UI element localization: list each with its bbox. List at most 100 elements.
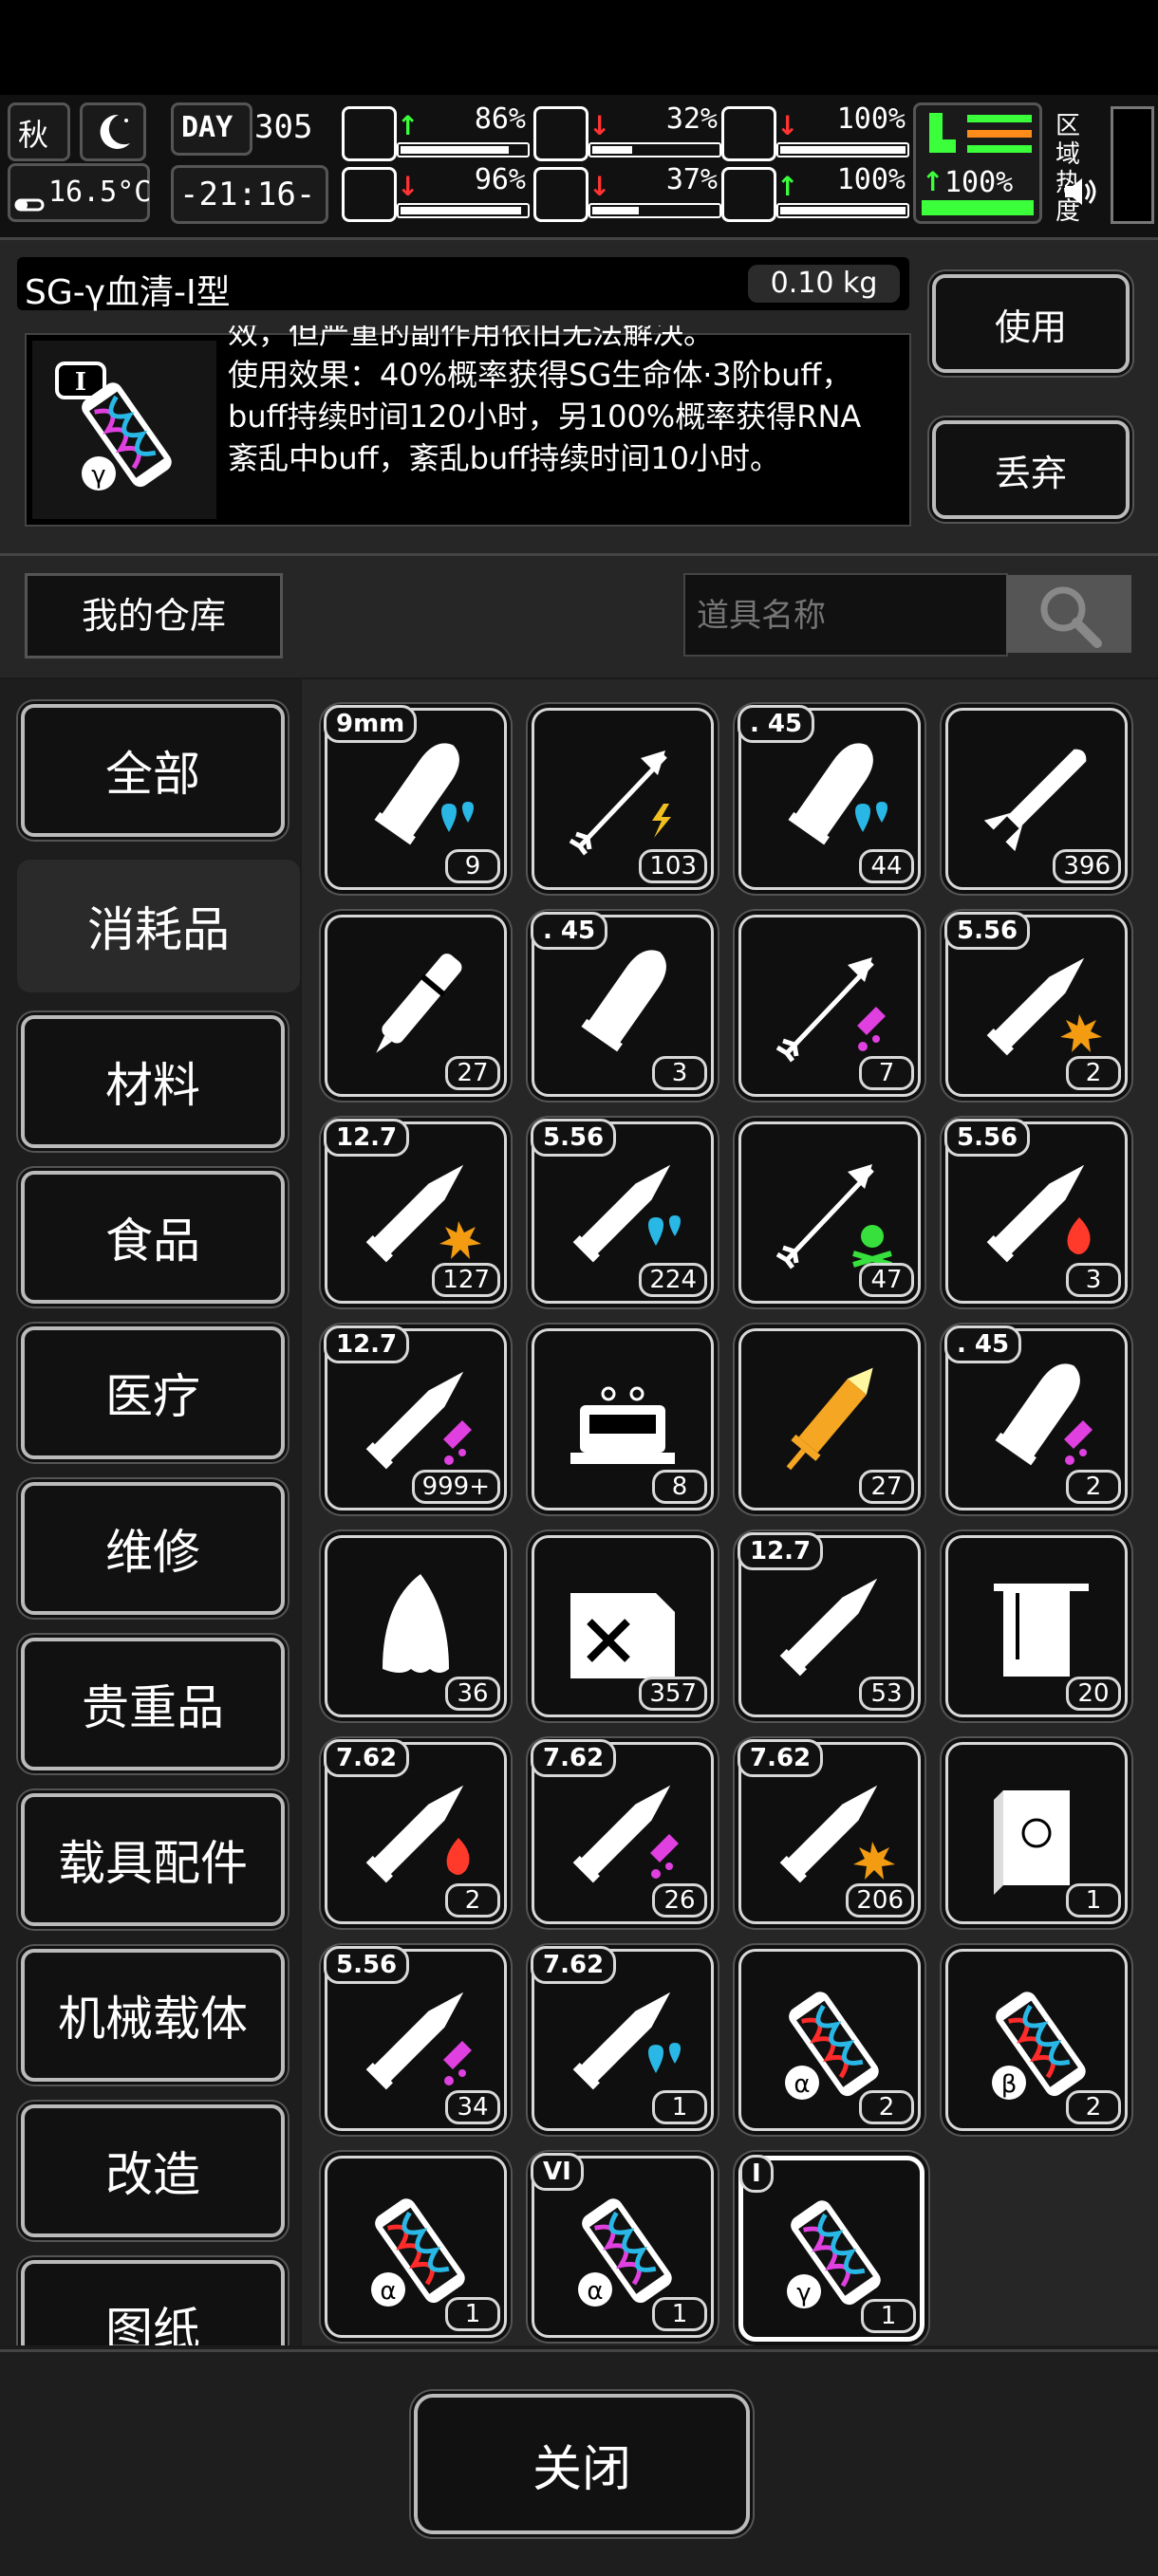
item-count: 3	[652, 1056, 707, 1090]
search-input-frame[interactable]	[683, 573, 1008, 657]
stat-health: ↑ 86%	[342, 102, 532, 163]
stat-bar-fill	[780, 207, 906, 214]
category-8[interactable]: 机械载体	[21, 1949, 285, 2082]
discard-button[interactable]: 丢弃	[932, 420, 1130, 519]
item-slot[interactable]: 12.7 999+	[324, 1325, 507, 1510]
category-5[interactable]: 维修	[21, 1482, 285, 1615]
item-count: 224	[639, 1263, 707, 1297]
search-button[interactable]	[1006, 575, 1131, 653]
stat-hunger: ↓ 32%	[533, 102, 723, 163]
item-slot[interactable]: . 45 2	[944, 1325, 1128, 1510]
item-slot[interactable]: 5.56 224	[531, 1119, 714, 1304]
item-slot[interactable]: β2	[945, 1949, 1128, 2131]
item-count: 27	[859, 1470, 914, 1504]
item-slot[interactable]: . 45 44	[738, 705, 921, 890]
item-slot[interactable]: 7.62 26	[531, 1739, 714, 1924]
search-input[interactable]	[685, 575, 1002, 657]
stat-arrow: ↓	[776, 110, 799, 141]
item-slot[interactable]: 47	[738, 1121, 921, 1304]
item-slot[interactable]: 8	[532, 1328, 714, 1510]
storage-header: 我的仓库	[0, 556, 1158, 677]
stat-arrow: ↑	[397, 110, 420, 141]
item-slot[interactable]: 27	[325, 915, 507, 1097]
svg-text:α: α	[380, 2277, 396, 2306]
item-count: 999+	[411, 1470, 500, 1504]
item-description: 效，但严重的副作用依旧无法解决。 使用效果：40%概率获得SG生命体·3阶buf…	[228, 325, 902, 521]
thermometer-icon	[14, 198, 45, 212]
item-slot[interactable]: 9mm 9	[324, 705, 507, 890]
item-count: 1	[445, 2297, 500, 2331]
category-3[interactable]: 食品	[21, 1171, 285, 1304]
item-slot[interactable]: 103	[532, 708, 714, 890]
item-weight: 0.10 kg	[748, 265, 900, 303]
item-slot[interactable]: 5.56 34	[324, 1946, 507, 2131]
category-9[interactable]: 改造	[21, 2104, 285, 2237]
storage-title: 我的仓库	[25, 573, 283, 658]
category-6[interactable]: 贵重品	[21, 1638, 285, 1770]
category-7[interactable]: 载具配件	[21, 1793, 285, 1926]
item-count: 357	[639, 1677, 707, 1711]
heart-icon	[721, 167, 776, 222]
item-slot[interactable]: 27	[738, 1328, 921, 1510]
stat-arrow: ↑	[776, 171, 799, 202]
item-slot[interactable]: α VI 1	[531, 2153, 714, 2338]
category-0[interactable]: 全部	[21, 704, 285, 837]
item-slot[interactable]: 5.56 3	[944, 1119, 1128, 1304]
boot-icon	[929, 113, 956, 153]
item-caliber-label: 9mm	[324, 705, 418, 743]
use-button[interactable]: 使用	[932, 274, 1130, 373]
item-slot[interactable]: α2	[738, 1949, 921, 2131]
stat-armor: ↓ 100%	[721, 102, 911, 163]
item-slot[interactable]: 396	[945, 708, 1128, 890]
item-caliber-label: 7.62	[324, 1739, 410, 1777]
day-label: DAY	[181, 111, 233, 144]
item-description-box: I γ 效，但严重的副作用依旧无法解决。 使用效果：40%概率获得SG生命体·3…	[25, 325, 911, 527]
item-slot[interactable]: 12.7 127	[324, 1119, 507, 1304]
item-count: 127	[432, 1263, 500, 1297]
item-slot[interactable]: 20	[945, 1535, 1128, 1717]
item-caliber-label: 12.7	[324, 1325, 410, 1363]
item-slot-selected[interactable]: γ I 1	[738, 2155, 925, 2342]
item-count: 47	[859, 1263, 914, 1297]
item-slot[interactable]: 357	[532, 1535, 714, 1717]
item-count: 1	[652, 2090, 707, 2124]
svg-text:α: α	[794, 2070, 810, 2099]
item-count: 26	[652, 1883, 707, 1918]
bottom-bar: 关闭	[0, 2349, 1158, 2576]
temperature: 16.5°C	[48, 176, 152, 209]
stat-bar	[776, 142, 909, 158]
category-2[interactable]: 材料	[21, 1015, 285, 1148]
item-slot[interactable]: 7.62 2	[324, 1739, 507, 1924]
item-count: 3	[1066, 1263, 1121, 1297]
item-count: 1	[861, 2299, 916, 2333]
item-slot[interactable]: α1	[325, 2156, 507, 2338]
close-button[interactable]: 关闭	[414, 2394, 750, 2534]
item-slot[interactable]: 1	[945, 1742, 1128, 1924]
item-detail-panel: SG-γ血清-Ⅰ型 0.10 kg I γ 效，但严重的副作用依旧无法解决。 使…	[0, 240, 1158, 556]
svg-text:α: α	[587, 2277, 603, 2306]
item-slot[interactable]: 7	[738, 915, 921, 1097]
speaker-icon[interactable]	[1061, 175, 1099, 209]
item-slot[interactable]: 36	[325, 1535, 507, 1717]
item-slot[interactable]: 7.62 1	[531, 1946, 714, 2131]
item-slot[interactable]: . 45 3	[531, 912, 714, 1097]
item-slot[interactable]: 7.62 206	[738, 1739, 921, 1924]
item-count: 206	[846, 1883, 914, 1918]
category-1[interactable]: 消耗品	[17, 860, 300, 992]
category-10[interactable]: 图纸	[21, 2260, 285, 2345]
svg-text:β: β	[1001, 2070, 1018, 2099]
stat-value: 86%	[474, 102, 526, 136]
item-count: 396	[1053, 849, 1121, 883]
item-count: 1	[652, 2297, 707, 2331]
stat-value: 32%	[665, 102, 718, 136]
category-4[interactable]: 医疗	[21, 1326, 285, 1459]
stat-bar-fill	[592, 207, 639, 214]
stamina-bar	[922, 200, 1034, 215]
item-caliber-label: VI	[531, 2153, 584, 2191]
zone-heat-label: 区域热度	[1055, 112, 1081, 226]
item-caliber-label: 12.7	[324, 1119, 410, 1157]
svg-text:γ: γ	[91, 461, 105, 490]
item-slot[interactable]: 12.7 53	[738, 1532, 921, 1717]
item-slot[interactable]: 5.56 2	[944, 912, 1128, 1097]
stamina-panel: ↑ 100%	[913, 102, 1042, 224]
